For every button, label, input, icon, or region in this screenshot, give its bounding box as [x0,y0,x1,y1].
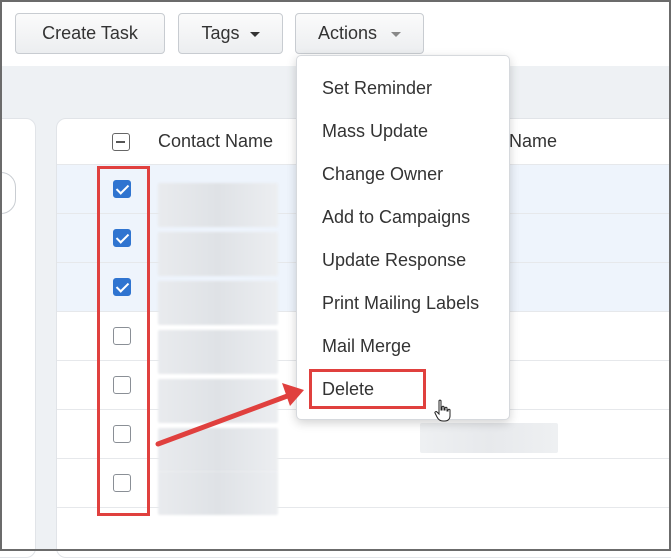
redacted-field [420,423,558,453]
menu-item-add-to-campaigns[interactable]: Add to Campaigns [322,207,470,228]
redacted-contact-name [158,232,278,276]
actions-dropdown-menu: Set Reminder Mass Update Change Owner Ad… [296,55,510,420]
column-header-name[interactable]: Name [509,131,557,152]
redacted-contact-name [158,379,278,423]
hand-cursor-icon [434,399,451,422]
redacted-contact-name [158,330,278,374]
column-header-contact-name[interactable]: Contact Name [158,131,273,152]
create-task-label: Create Task [42,23,138,43]
create-task-button[interactable]: Create Task [15,13,165,54]
menu-item-update-response[interactable]: Update Response [322,250,466,271]
menu-item-change-owner[interactable]: Change Owner [322,164,443,185]
actions-button[interactable]: Actions [295,13,424,54]
actions-label: Actions [317,23,378,43]
annotation-delete-highlight [309,369,426,409]
menu-item-mail-merge[interactable]: Mail Merge [322,336,411,357]
redacted-contact-name [158,183,278,227]
caret-down-icon [391,31,402,37]
menu-item-set-reminder[interactable]: Set Reminder [322,78,432,99]
select-all-checkbox[interactable] [112,133,130,151]
tags-label: Tags [201,23,240,43]
caret-down-icon [249,31,260,37]
tags-button[interactable]: Tags [178,13,283,54]
annotation-checkbox-highlight [97,166,150,516]
redacted-contact-name [158,471,278,515]
menu-item-mass-update[interactable]: Mass Update [322,121,428,142]
redacted-contact-name [158,428,278,472]
redacted-contact-name [158,281,278,325]
menu-item-print-mailing-labels[interactable]: Print Mailing Labels [322,293,479,314]
